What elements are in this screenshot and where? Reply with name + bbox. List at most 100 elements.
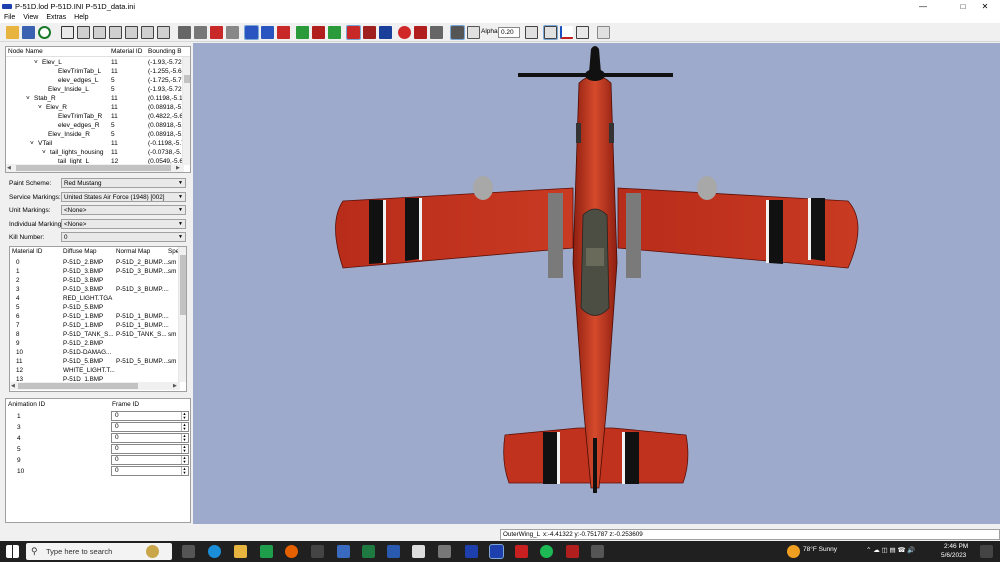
tree-node-row[interactable]: ˅ Stab_R 11 (0.1198,-5.14: [6, 95, 186, 104]
spotify-icon[interactable]: [540, 545, 553, 558]
view-top-icon[interactable]: [141, 26, 154, 39]
paint-scheme-dropdown[interactable]: Red Mustang ▼: [61, 178, 186, 188]
spinner-arrows-icon[interactable]: ▲ ▼: [181, 456, 187, 464]
material-row[interactable]: 1 P-51D_3.BMP P-51D_3_BUMP.... sm: [10, 268, 180, 277]
flat-shade-icon[interactable]: [194, 26, 207, 39]
tree-horizontal-scrollbar[interactable]: ◀ ▶: [6, 164, 184, 172]
material-row[interactable]: 10 P-51D-DAMAG...: [10, 349, 180, 358]
material-row[interactable]: 12 WHITE_LIGHT.T...: [10, 367, 180, 376]
word-icon[interactable]: [387, 545, 400, 558]
material-vertical-scrollbar[interactable]: [178, 247, 186, 382]
red-shade-icon[interactable]: [210, 26, 223, 39]
mat-header-id[interactable]: Material ID: [12, 248, 42, 255]
clock-date[interactable]: 5/6/2023: [941, 552, 966, 559]
unit-markings-dropdown[interactable]: <None> ▼: [61, 205, 186, 215]
mail-icon[interactable]: [337, 545, 350, 558]
material-row[interactable]: 3 P-51D_3.BMP P-51D_3_BUMP....: [10, 286, 180, 295]
tree-expand-chevron-icon[interactable]: ˅: [30, 140, 34, 147]
material-row[interactable]: 4 RED_LIGHT.TGA: [10, 295, 180, 304]
tree-node-row[interactable]: ElevTrimTab_L 11 (-1.255,-5.68: [6, 68, 185, 77]
frame-id-spinner[interactable]: 0 ▲ ▼: [111, 411, 189, 421]
camera-icon[interactable]: [438, 545, 451, 558]
material-row[interactable]: 2 P-51D_3.BMP: [10, 277, 180, 286]
texture-icon[interactable]: [38, 26, 51, 39]
tree-vscroll-thumb[interactable]: [184, 75, 190, 83]
scroll-left-arrow-icon[interactable]: ◀: [7, 165, 11, 171]
material-row[interactable]: 8 P-51D_TANK_S... P-51D_TANK_S... sm: [10, 331, 180, 340]
material-horizontal-scrollbar[interactable]: ◀ ▶: [10, 382, 180, 390]
spinner-arrows-icon[interactable]: ▲ ▼: [181, 445, 187, 453]
view-left-icon[interactable]: [109, 26, 122, 39]
green-cube-icon[interactable]: [328, 26, 341, 39]
cursor-app-icon[interactable]: [591, 545, 604, 558]
dark-red-icon[interactable]: [363, 26, 376, 39]
gray-shade-icon[interactable]: [226, 26, 239, 39]
individual-markings-dropdown[interactable]: <None> ▼: [61, 218, 186, 229]
task-view-icon[interactable]: [182, 545, 195, 558]
tree-node-row[interactable]: Elev_Inside_L 5 (-1.93,-5.728: [6, 86, 185, 95]
mat-scroll-left-arrow-icon[interactable]: ◀: [11, 383, 15, 389]
red-sphere-icon[interactable]: [346, 25, 361, 40]
frame-id-spinner[interactable]: 0 ▲ ▼: [111, 422, 189, 432]
spinner-arrows-icon[interactable]: ▲ ▼: [181, 423, 187, 431]
weather-sun-icon[interactable]: [787, 545, 800, 558]
edge-icon[interactable]: [208, 545, 221, 558]
grid-icon[interactable]: [543, 25, 558, 40]
mat-header-normal[interactable]: Normal Map: [116, 248, 150, 255]
blue-mode-icon[interactable]: [244, 25, 259, 40]
tree-node-row[interactable]: elev_edges_L 5 (-1.725,-5.72: [6, 77, 185, 86]
tree-header-material-id[interactable]: Material ID: [111, 48, 142, 55]
search-highlight-icon[interactable]: [146, 545, 159, 558]
frame-id-spinner[interactable]: 0 ▲ ▼: [111, 444, 189, 454]
tree-node-row[interactable]: ˅ Elev_L 11 (-1.93,-5.728: [6, 59, 185, 68]
axes-icon[interactable]: [560, 26, 573, 39]
tree-node-row[interactable]: ElevTrimTab_R 11 (0.4822,-5.68: [6, 113, 187, 122]
weather-text[interactable]: 78°F Sunny: [803, 546, 837, 553]
spinner-arrows-icon[interactable]: ▲ ▼: [181, 412, 187, 420]
object-icon[interactable]: [414, 26, 427, 39]
app-blue-icon[interactable]: [465, 545, 478, 558]
scroll-right-arrow-icon[interactable]: ▶: [176, 165, 180, 171]
tree-expand-chevron-icon[interactable]: ˅: [38, 104, 42, 111]
material-row[interactable]: 5 P-51D_5.BMP: [10, 304, 180, 313]
material-row[interactable]: 9 P-51D_2.BMP: [10, 340, 180, 349]
material-row[interactable]: 0 P-51D_2.BMP P-51D_2_BUMP.... sm: [10, 259, 180, 268]
transparent-box-icon[interactable]: [467, 26, 480, 39]
view-bottom-icon[interactable]: [157, 26, 170, 39]
menu-help[interactable]: Help: [70, 14, 92, 21]
material-row[interactable]: 11 P-51D_5.BMP P-51D_5_BUMP.... sm: [10, 358, 180, 367]
firefox-icon[interactable]: [285, 545, 298, 558]
dark-blue-icon[interactable]: [379, 26, 392, 39]
menu-view[interactable]: View: [19, 14, 42, 21]
3d-viewport[interactable]: [193, 43, 1000, 524]
tree-vertical-scrollbar[interactable]: [182, 57, 190, 165]
material-vscroll-thumb[interactable]: [180, 255, 186, 315]
spinner-arrows-icon[interactable]: ▲ ▼: [181, 467, 187, 475]
gear-object-icon[interactable]: [430, 26, 443, 39]
view-right-icon[interactable]: [125, 26, 138, 39]
store-icon[interactable]: [260, 545, 273, 558]
minimize-button[interactable]: —: [908, 0, 938, 12]
menu-file[interactable]: File: [0, 14, 19, 21]
zoom-icon[interactable]: [61, 26, 74, 39]
open-folder-icon[interactable]: [6, 26, 19, 39]
export-icon[interactable]: [576, 26, 589, 39]
notifications-icon[interactable]: [980, 545, 993, 558]
tree-node-row[interactable]: Elev_Inside_R 5 (0.08918,-5.7: [6, 131, 187, 140]
node-tree[interactable]: Node Name Material ID Bounding B ˅ Elev_L…: [5, 46, 191, 173]
tree-node-row[interactable]: ˅ Elev_R 11 (0.08918,-5.7: [6, 104, 187, 113]
mat-scroll-right-arrow-icon[interactable]: ▶: [173, 383, 177, 389]
tools-icon[interactable]: [597, 26, 610, 39]
wireframe-icon[interactable]: [178, 26, 191, 39]
tree-expand-chevron-icon[interactable]: ˅: [34, 59, 38, 66]
lod-viewer-taskbar-icon[interactable]: [489, 544, 504, 559]
tree-expand-chevron-icon[interactable]: ˅: [42, 149, 46, 156]
tree-node-row[interactable]: ˅ VTail 11 (-0.1198,-5.7: [6, 140, 185, 149]
app-n-icon[interactable]: [311, 545, 324, 558]
material-row[interactable]: 6 P-51D_1.BMP P-51D_1_BUMP....: [10, 313, 180, 322]
mat-header-diffuse[interactable]: Diffuse Map: [63, 248, 96, 255]
tree-hscroll-thumb[interactable]: [16, 165, 171, 171]
spinner-arrows-icon[interactable]: ▲ ▼: [181, 434, 187, 442]
material-table[interactable]: Material ID Diffuse Map Normal Map Spe 0…: [9, 246, 187, 392]
shield-app-icon[interactable]: [566, 545, 579, 558]
